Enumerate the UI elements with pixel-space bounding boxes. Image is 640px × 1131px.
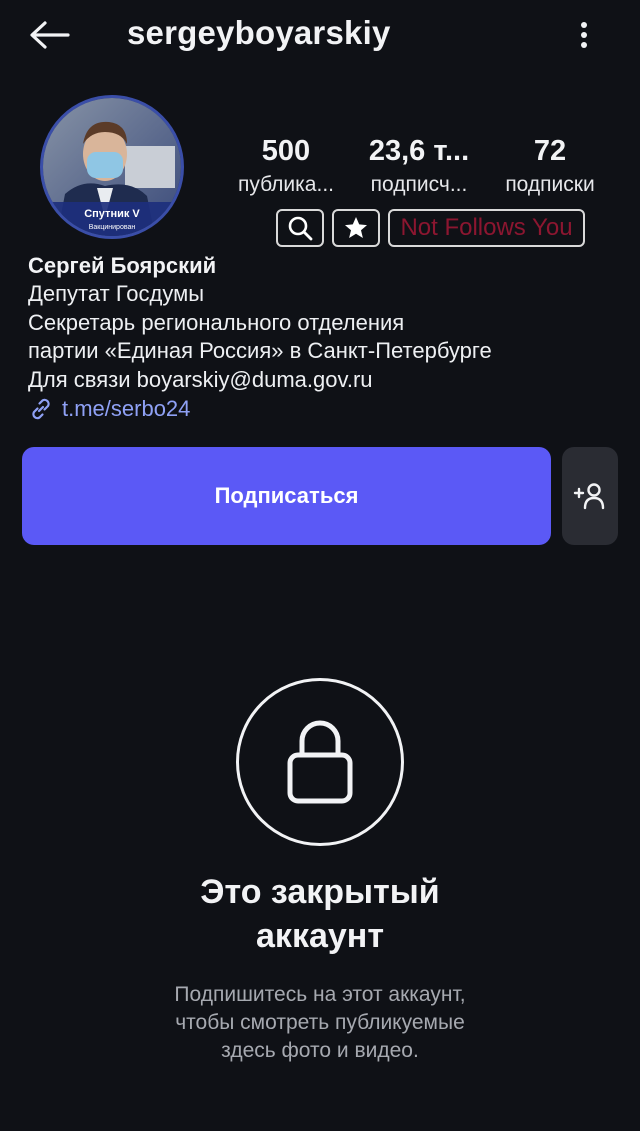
private-account-lock — [236, 678, 404, 846]
profile-display-name: Сергей Боярский — [28, 253, 217, 278]
stat-following-value: 72 — [533, 135, 567, 167]
top-bar: sergeyboyarskiy — [0, 0, 640, 70]
profile-link-text: t.me/serbo24 — [62, 396, 191, 421]
not-follows-you-badge: Not Follows You — [388, 209, 585, 247]
back-button[interactable] — [26, 14, 72, 56]
link-icon — [32, 398, 50, 420]
avatar-badge-title: Спутник V — [84, 208, 140, 220]
stat-followers-label: подписч... — [370, 173, 468, 196]
avatar-image: Спутник V Вакцинирован — [43, 98, 181, 236]
bio-line: партии «Единая Россия» в Санкт-Петербург… — [28, 338, 492, 363]
stat-posts[interactable]: 500 публика... — [226, 132, 346, 200]
private-title-line: Это закрытый — [200, 873, 440, 911]
favorite-button[interactable] — [332, 209, 380, 247]
private-account-title: Это закрытый аккаунт — [0, 870, 640, 958]
private-desc-line: Подпишитесь на этот аккаунт, — [174, 983, 466, 1006]
stat-followers-value: 23,6 т... — [368, 135, 470, 167]
private-account-description: Подпишитесь на этот аккаунт, чтобы смотр… — [0, 981, 640, 1065]
private-title-line: аккаунт — [256, 917, 384, 955]
stat-followers[interactable]: 23,6 т... подписч... — [356, 132, 482, 200]
arrow-left-icon — [30, 21, 70, 49]
stat-posts-value: 500 — [261, 135, 311, 167]
suggested-accounts-button[interactable] — [562, 447, 618, 545]
more-options-button[interactable] — [568, 14, 600, 56]
lock-icon — [287, 720, 353, 804]
profile-bio: Сергей Боярский Депутат Госдумы Секретар… — [28, 252, 618, 424]
avatar-badge-subtitle: Вакцинирован — [89, 224, 136, 231]
more-vertical-icon — [581, 22, 587, 48]
profile-link[interactable]: t.me/serbo24 — [28, 394, 618, 424]
bio-line: Для связи boyarskiy@duma.gov.ru — [28, 366, 373, 392]
stat-posts-label: публика... — [237, 173, 334, 196]
follow-button[interactable]: Подписаться — [22, 447, 551, 545]
bio-line: Депутат Госдумы — [28, 281, 205, 306]
stat-following-label: подписки — [505, 173, 595, 196]
stat-following[interactable]: 72 подписки — [490, 132, 610, 200]
profile-avatar[interactable]: Спутник V Вакцинирован — [40, 95, 184, 239]
bio-line: Секретарь регионального отделения — [28, 309, 405, 335]
search-icon — [288, 216, 313, 241]
star-icon — [345, 217, 367, 238]
private-desc-line: чтобы смотреть публикуемые — [175, 1011, 465, 1034]
profile-username: sergeyboyarskiy — [127, 14, 391, 51]
private-desc-line: здесь фото и видео. — [221, 1039, 419, 1062]
add-person-icon — [573, 483, 605, 510]
search-button[interactable] — [276, 209, 324, 247]
